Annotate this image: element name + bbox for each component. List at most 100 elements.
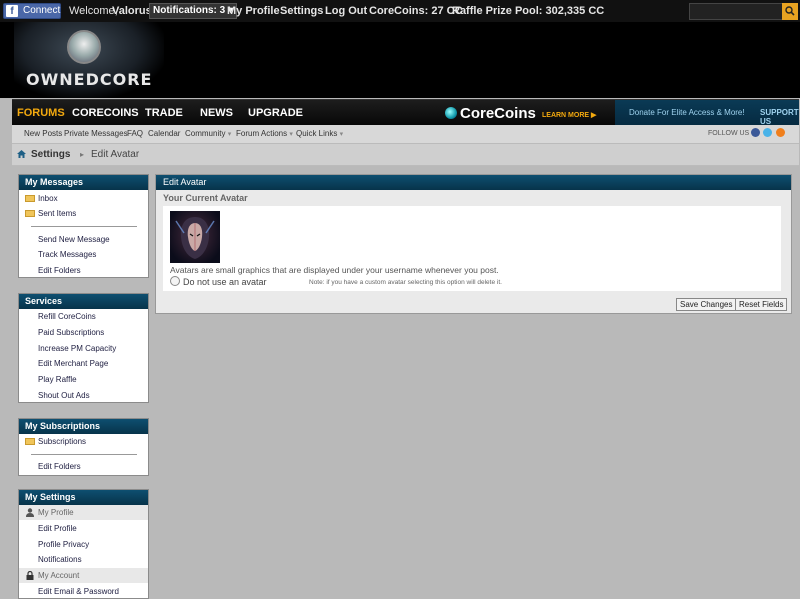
sidebar-item-label: Edit Folders bbox=[38, 266, 81, 275]
sidebar-item-label: Edit Merchant Page bbox=[38, 359, 109, 368]
no-avatar-note: Note: if you have a custom avatar select… bbox=[309, 279, 502, 286]
subnav-forum-actions[interactable]: Forum Actions ▾ bbox=[236, 129, 293, 138]
site-logo[interactable]: OWNEDCORE bbox=[26, 70, 152, 89]
sidebar-item-send-new-message[interactable]: Send New Message bbox=[19, 232, 148, 247]
sidebar-item-paid-subscriptions[interactable]: Paid Subscriptions bbox=[19, 325, 148, 340]
facebook-connect-label: Connect bbox=[23, 5, 61, 16]
sidebar-item-label: Paid Subscriptions bbox=[38, 328, 105, 337]
notifications-dropdown[interactable]: Notifications: 3 ▾ bbox=[149, 3, 238, 19]
sidebar-item-edit-merchant-page[interactable]: Edit Merchant Page bbox=[19, 356, 148, 371]
subnav-quick-links-label: Quick Links bbox=[296, 129, 338, 138]
subnav-faq[interactable]: FAQ bbox=[127, 129, 143, 138]
donate-banner: Donate For Elite Access & More! SUPPORT … bbox=[615, 100, 799, 126]
sidebar-item-label: Shout Out Ads bbox=[38, 391, 90, 400]
coin-icon bbox=[445, 107, 457, 119]
save-changes-button[interactable]: Save Changes bbox=[676, 298, 737, 311]
sidebar-item-notifications[interactable]: Notifications bbox=[19, 552, 148, 567]
no-avatar-radio[interactable] bbox=[170, 276, 180, 286]
sidebar-item-sent-items[interactable]: Sent Items bbox=[19, 206, 148, 221]
corecoins-banner[interactable]: CoreCoins bbox=[445, 105, 536, 122]
sidebar-item-track-messages[interactable]: Track Messages bbox=[19, 247, 148, 262]
sub-nav: New Posts Private Messages FAQ Calendar … bbox=[12, 125, 799, 144]
reset-fields-button[interactable]: Reset Fields bbox=[735, 298, 788, 311]
raffle-prize-pool[interactable]: Raffle Prize Pool: 302,335 CC bbox=[452, 5, 604, 17]
sidebar-item-label: Profile Privacy bbox=[38, 540, 90, 549]
current-avatar-heading: Your Current Avatar bbox=[163, 193, 248, 203]
breadcrumb-settings[interactable]: Settings bbox=[31, 149, 70, 160]
support-us-link[interactable]: SUPPORT US bbox=[760, 108, 799, 126]
sidebar-item-label: Refill CoreCoins bbox=[38, 312, 96, 321]
facebook-connect-button[interactable]: f Connect bbox=[3, 3, 61, 19]
main-nav: FORUMS CORECOINS TRADE NEWS UPGRADE Core… bbox=[12, 99, 799, 126]
chevron-down-icon: ▾ bbox=[339, 131, 344, 138]
subnav-community[interactable]: Community ▾ bbox=[185, 129, 231, 138]
sidebar-item-edit-folders[interactable]: Edit Folders bbox=[19, 263, 148, 278]
twitter-icon[interactable] bbox=[763, 128, 772, 137]
chevron-down-icon: ▾ bbox=[289, 131, 293, 138]
tab-trade[interactable]: TRADE bbox=[145, 107, 183, 119]
sidebar-item-label: Subscriptions bbox=[38, 437, 87, 446]
user-icon bbox=[26, 508, 34, 517]
subnav-new-posts[interactable]: New Posts bbox=[24, 129, 62, 138]
search-input[interactable] bbox=[689, 3, 783, 20]
tab-upgrade[interactable]: UPGRADE bbox=[248, 107, 303, 119]
services-block: Services Refill CoreCoins Paid Subscript… bbox=[18, 293, 149, 403]
services-header: Services bbox=[19, 294, 148, 309]
sidebar-item-subscriptions[interactable]: Subscriptions bbox=[19, 434, 148, 449]
sidebar-item-edit-profile[interactable]: Edit Profile bbox=[19, 521, 148, 536]
sidebar-item-label: Track Messages bbox=[38, 250, 97, 259]
corecoins-balance[interactable]: CoreCoins: 27 CC bbox=[369, 5, 463, 17]
sidebar-item-label: Play Raffle bbox=[38, 375, 77, 384]
divider bbox=[31, 226, 137, 227]
no-avatar-option[interactable]: Do not use an avatar bbox=[170, 276, 267, 287]
my-messages-block: My Messages Inbox Sent Items Send New Me… bbox=[18, 174, 149, 278]
chevron-down-icon: ▾ bbox=[227, 131, 232, 138]
username-link[interactable]: Valorus bbox=[112, 5, 152, 17]
logo-emblem-icon[interactable] bbox=[67, 30, 101, 64]
welcome-text: Welcome, bbox=[69, 5, 118, 17]
sidebar-item-inbox[interactable]: Inbox bbox=[19, 191, 148, 206]
sidebar-item-edit-email-password[interactable]: Edit Email & Password bbox=[19, 584, 148, 599]
sidebar-item-profile-privacy[interactable]: Profile Privacy bbox=[19, 537, 148, 552]
sidebar-item-label: Inbox bbox=[38, 194, 58, 203]
my-profile-link[interactable]: My Profile bbox=[227, 5, 280, 17]
avatar-portrait bbox=[175, 217, 215, 259]
donate-link[interactable]: Donate For Elite Access & More! bbox=[629, 108, 745, 117]
subnav-private-messages[interactable]: Private Messages bbox=[64, 129, 128, 138]
tab-corecoins[interactable]: CORECOINS bbox=[72, 107, 139, 119]
my-settings-block: My Settings My Profile Edit Profile Prof… bbox=[18, 489, 149, 599]
log-out-link[interactable]: Log Out bbox=[325, 5, 367, 17]
settings-link[interactable]: Settings bbox=[280, 5, 323, 17]
subnav-community-label: Community bbox=[185, 129, 226, 138]
subnav-quick-links[interactable]: Quick Links ▾ bbox=[296, 129, 343, 138]
sidebar-item-shout-out-ads[interactable]: Shout Out Ads bbox=[19, 388, 148, 403]
tab-forums[interactable]: FORUMS bbox=[17, 107, 65, 119]
facebook-icon[interactable] bbox=[751, 128, 760, 137]
search-icon bbox=[785, 6, 795, 16]
edit-avatar-panel: Edit Avatar Your Current Avatar Avatars … bbox=[155, 174, 792, 314]
subnav-calendar[interactable]: Calendar bbox=[148, 129, 180, 138]
avatar-description: Avatars are small graphics that are disp… bbox=[170, 265, 499, 275]
tab-news[interactable]: NEWS bbox=[200, 107, 233, 119]
learn-more-link[interactable]: LEARN MORE ▶ bbox=[542, 111, 596, 119]
home-icon[interactable] bbox=[17, 150, 26, 158]
sidebar-item-increase-pm-capacity[interactable]: Increase PM Capacity bbox=[19, 341, 148, 356]
subnav-forum-actions-label: Forum Actions bbox=[236, 129, 288, 138]
sidebar-item-refill-corecoins[interactable]: Refill CoreCoins bbox=[19, 309, 148, 324]
my-subscriptions-block: My Subscriptions Subscriptions Edit Fold… bbox=[18, 418, 149, 476]
group-my-account-label: My Account bbox=[38, 571, 80, 580]
sidebar-item-play-raffle[interactable]: Play Raffle bbox=[19, 372, 148, 387]
avatar-section: Avatars are small graphics that are disp… bbox=[163, 206, 781, 291]
search-button[interactable] bbox=[782, 3, 798, 20]
sidebar-item-edit-folders[interactable]: Edit Folders bbox=[19, 459, 148, 474]
corecoins-logo-text: CoreCoins bbox=[460, 105, 536, 122]
divider bbox=[31, 454, 137, 455]
sidebar-item-label: Notifications bbox=[38, 555, 82, 564]
rss-icon[interactable] bbox=[776, 128, 785, 137]
sidebar-item-label: Edit Profile bbox=[38, 524, 77, 533]
folder-icon bbox=[25, 438, 35, 445]
sidebar-item-label: Increase PM Capacity bbox=[38, 344, 117, 353]
sidebar-item-label: Edit Email & Password bbox=[38, 587, 119, 596]
my-subscriptions-header: My Subscriptions bbox=[19, 419, 148, 434]
top-bar: f Connect Welcome, Valorus Notifications… bbox=[0, 0, 800, 22]
